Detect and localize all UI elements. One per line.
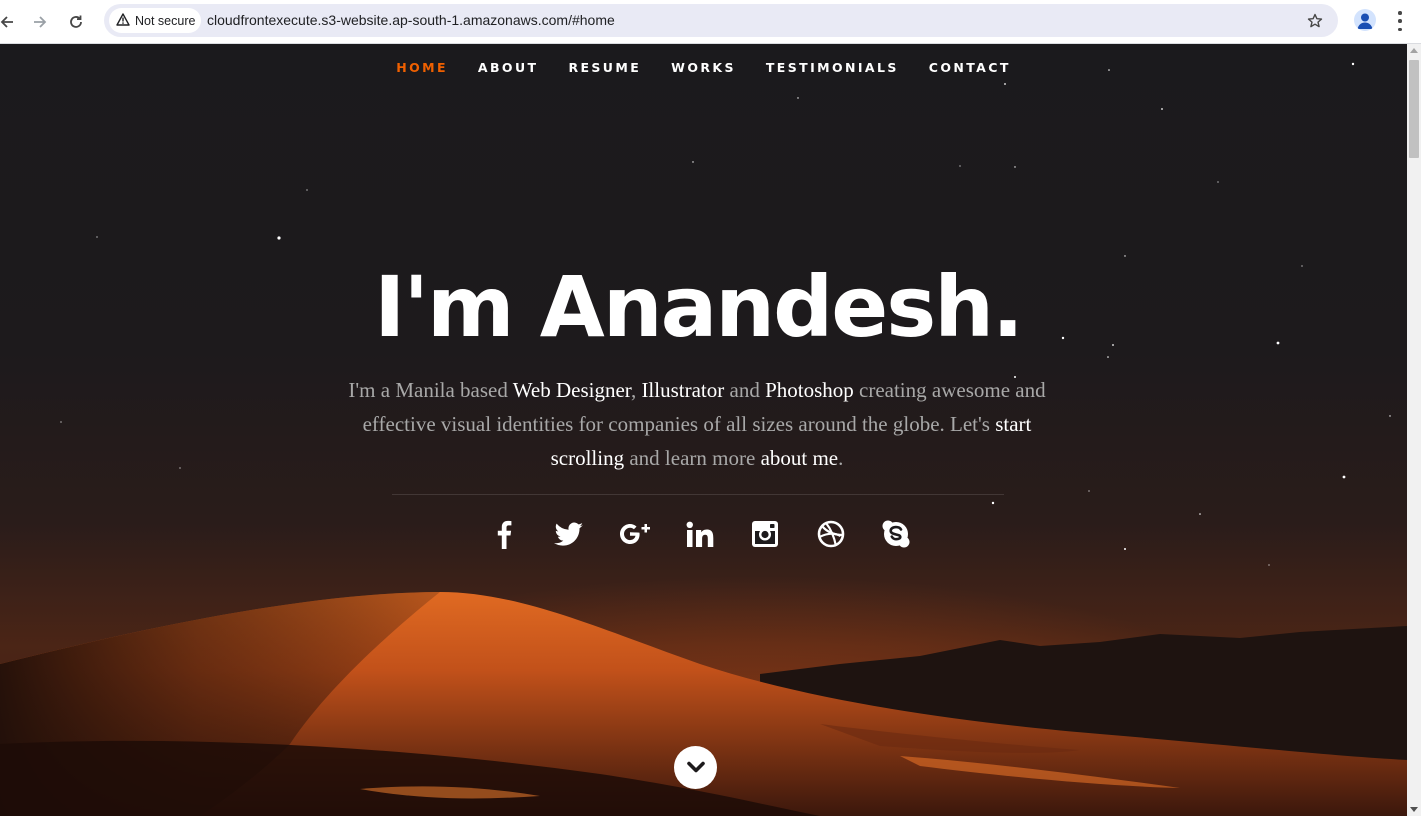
hero-section: HOME ABOUT RESUME WORKS TESTIMONIALS CON…	[0, 44, 1407, 816]
hero-divider	[392, 494, 1004, 495]
nav-contact[interactable]: CONTACT	[914, 60, 1026, 75]
page-scrollbar[interactable]	[1407, 44, 1421, 816]
warning-icon	[116, 11, 130, 30]
intro-highlight-web-designer: Web Designer	[512, 378, 631, 402]
security-label: Not secure	[135, 13, 196, 28]
facebook-icon[interactable]	[488, 518, 520, 550]
nav-about[interactable]: ABOUT	[463, 60, 554, 75]
scroll-up-arrow-icon[interactable]	[1410, 48, 1418, 53]
social-links	[480, 514, 920, 554]
google-plus-icon[interactable]	[619, 518, 651, 550]
linkedin-icon[interactable]	[684, 518, 716, 550]
security-chip[interactable]: Not secure	[109, 8, 201, 33]
nav-works[interactable]: WORKS	[656, 60, 751, 75]
intro-text-3: and	[724, 378, 766, 402]
intro-highlight-photoshop: Photoshop	[765, 378, 854, 402]
skype-icon[interactable]	[880, 518, 912, 550]
forward-arrow-icon[interactable]	[27, 9, 53, 35]
url-text[interactable]: cloudfrontexecute.s3-website.ap-south-1.…	[207, 12, 615, 28]
back-arrow-icon[interactable]	[0, 9, 20, 35]
twitter-icon[interactable]	[553, 518, 585, 550]
bookmark-star-icon[interactable]	[1304, 10, 1326, 32]
intro-text-1: I'm a Manila based	[348, 378, 513, 402]
nav-resume[interactable]: RESUME	[553, 60, 656, 75]
chevron-down-icon	[686, 758, 705, 777]
dribbble-icon[interactable]	[815, 518, 847, 550]
about-me-link[interactable]: about me	[761, 446, 839, 470]
profile-avatar-icon[interactable]	[1354, 9, 1376, 31]
scrollbar-thumb[interactable]	[1409, 60, 1419, 158]
nav-home[interactable]: HOME	[381, 60, 463, 75]
scroll-down-arrow-icon[interactable]	[1410, 807, 1418, 812]
nav-testimonials[interactable]: TESTIMONIALS	[751, 60, 914, 75]
intro-text-2: ,	[630, 378, 642, 402]
site-navigation: HOME ABOUT RESUME WORKS TESTIMONIALS CON…	[0, 60, 1407, 75]
scroll-down-button[interactable]	[674, 746, 717, 789]
intro-highlight-illustrator: Illustrator	[641, 378, 725, 402]
hero-headline: I'm Anandesh.	[374, 258, 1024, 356]
reload-icon[interactable]	[63, 9, 89, 35]
browser-menu-icon[interactable]	[1392, 11, 1408, 31]
address-bar[interactable]: Not secure cloudfrontexecute.s3-website.…	[104, 4, 1338, 37]
intro-text-6: .	[838, 446, 844, 470]
browser-toolbar: Not secure cloudfrontexecute.s3-website.…	[0, 0, 1421, 44]
instagram-icon[interactable]	[749, 518, 781, 550]
intro-text-5: and learn more	[624, 446, 761, 470]
hero-intro: I'm a Manila based Web Designer, Illustr…	[340, 373, 1054, 475]
